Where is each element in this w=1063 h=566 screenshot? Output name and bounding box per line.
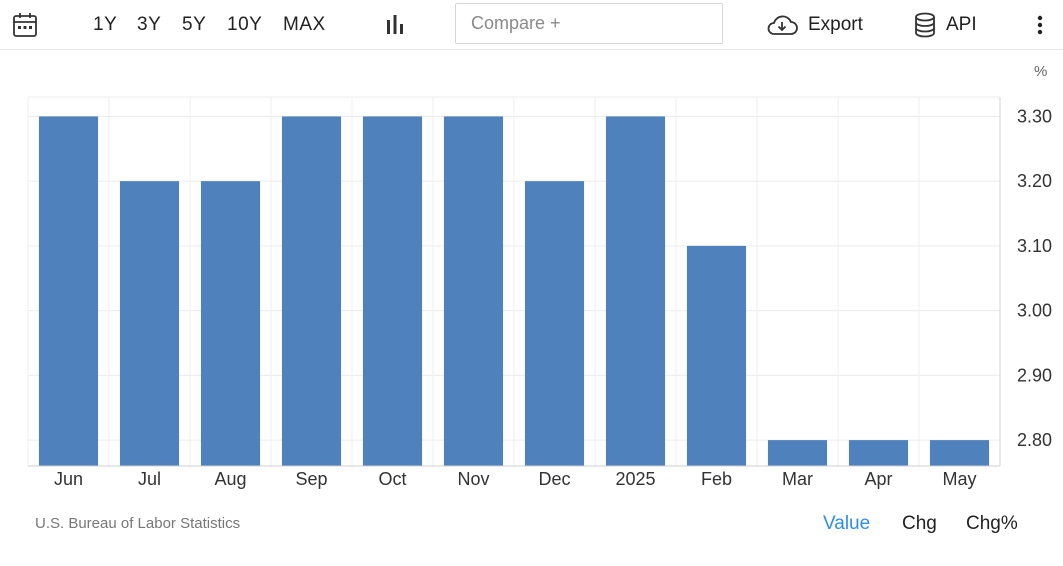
cloud-download-icon: [767, 15, 798, 35]
more-options-button[interactable]: [1030, 0, 1050, 50]
range-max-button[interactable]: MAX: [283, 0, 326, 50]
bar[interactable]: [200, 181, 261, 466]
compare-field[interactable]: [455, 3, 723, 44]
bar[interactable]: [767, 440, 828, 466]
more-vertical-icon: [1037, 15, 1043, 35]
bar[interactable]: [38, 116, 99, 466]
x-tick-label: Sep: [295, 469, 327, 489]
bar[interactable]: [524, 181, 585, 466]
range-10y-button[interactable]: 10Y: [227, 0, 262, 50]
export-button[interactable]: Export: [766, 0, 863, 50]
tab-chg-percent[interactable]: Chg%: [966, 513, 1018, 535]
date-range-picker[interactable]: [12, 0, 38, 50]
y-tick-label: 2.80: [1017, 430, 1052, 450]
chart-toolbar: 1Y 3Y 5Y 10Y MAX Export API: [0, 0, 1063, 50]
x-tick-label: Feb: [701, 469, 732, 489]
bar[interactable]: [605, 116, 666, 466]
x-tick-label: Jul: [138, 469, 161, 489]
tab-value[interactable]: Value: [823, 513, 870, 535]
y-tick-label: 3.10: [1017, 236, 1052, 256]
x-tick-label: Nov: [457, 469, 489, 489]
api-label: API: [946, 14, 977, 35]
export-label: Export: [808, 14, 863, 35]
tab-chg[interactable]: Chg: [902, 513, 937, 535]
data-source: U.S. Bureau of Labor Statistics: [35, 515, 241, 532]
y-tick-label: 3.20: [1017, 171, 1052, 191]
bar[interactable]: [362, 116, 423, 466]
range-5y-button[interactable]: 5Y: [182, 0, 206, 50]
x-tick-label: Apr: [864, 469, 892, 489]
y-tick-label: 3.00: [1017, 301, 1052, 321]
bar[interactable]: [929, 440, 990, 466]
database-icon: [915, 12, 935, 38]
compare-input[interactable]: [469, 12, 713, 35]
range-1y-button[interactable]: 1Y: [93, 0, 117, 50]
x-tick-label: Jun: [54, 469, 83, 489]
x-tick-label: Mar: [782, 469, 813, 489]
bar[interactable]: [686, 245, 747, 466]
range-3y-button[interactable]: 3Y: [137, 0, 161, 50]
x-tick-label: 2025: [615, 469, 655, 489]
y-tick-label: 3.30: [1017, 106, 1052, 126]
bar[interactable]: [848, 440, 909, 466]
bar-chart: 3.30 3.20 3.10 3.00 2.90 2.80 Jun Jul Aug Sep Oct N…: [27, 96, 1052, 489]
bar[interactable]: [443, 116, 504, 466]
y-tick-label: 2.90: [1017, 365, 1052, 385]
calendar-icon: [13, 13, 37, 37]
chart-type-icon: [387, 15, 403, 34]
x-tick-label: Oct: [378, 469, 406, 489]
bar[interactable]: [119, 181, 180, 466]
api-button[interactable]: API: [914, 0, 977, 50]
chart-type-button[interactable]: [385, 0, 405, 50]
bar[interactable]: [281, 116, 342, 466]
x-tick-label: Dec: [538, 469, 570, 489]
x-tick-label: Aug: [214, 469, 246, 489]
x-tick-label: May: [942, 469, 976, 489]
